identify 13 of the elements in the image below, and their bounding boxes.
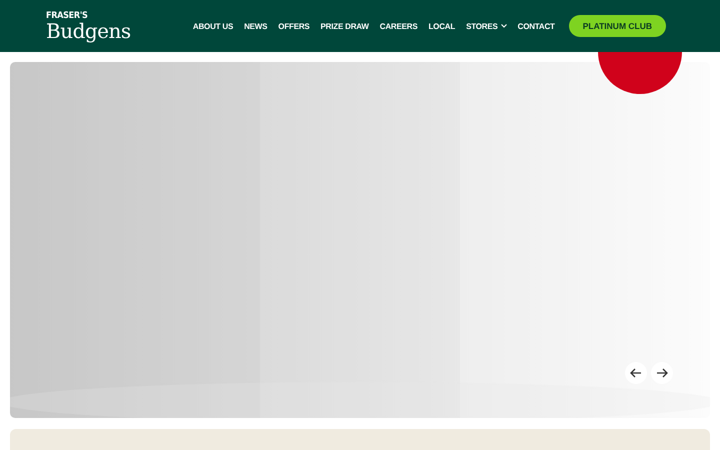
logo-wordmark[interactable]: Budgens — [46, 20, 131, 40]
nav-link[interactable]: PRIZE DRAW — [320, 22, 369, 30]
nav-link[interactable]: CAREERS — [380, 22, 418, 30]
nav-link[interactable]: ABOUT US — [192, 22, 234, 30]
arrow-left-icon — [630, 368, 642, 378]
nav-link[interactable]: LOCAL — [428, 22, 456, 30]
arrow-right-icon — [656, 368, 668, 378]
nav-link[interactable]: STORES — [466, 22, 507, 30]
nav-link[interactable]: OFFERS — [278, 22, 310, 30]
nav-link[interactable]: CONTACT — [518, 22, 555, 30]
logo-tagline: FRASER'S — [46, 12, 89, 20]
nav-link[interactable]: NEWS — [244, 22, 268, 30]
platinum-club-button[interactable]: PLATINUM CLUB — [568, 15, 666, 37]
